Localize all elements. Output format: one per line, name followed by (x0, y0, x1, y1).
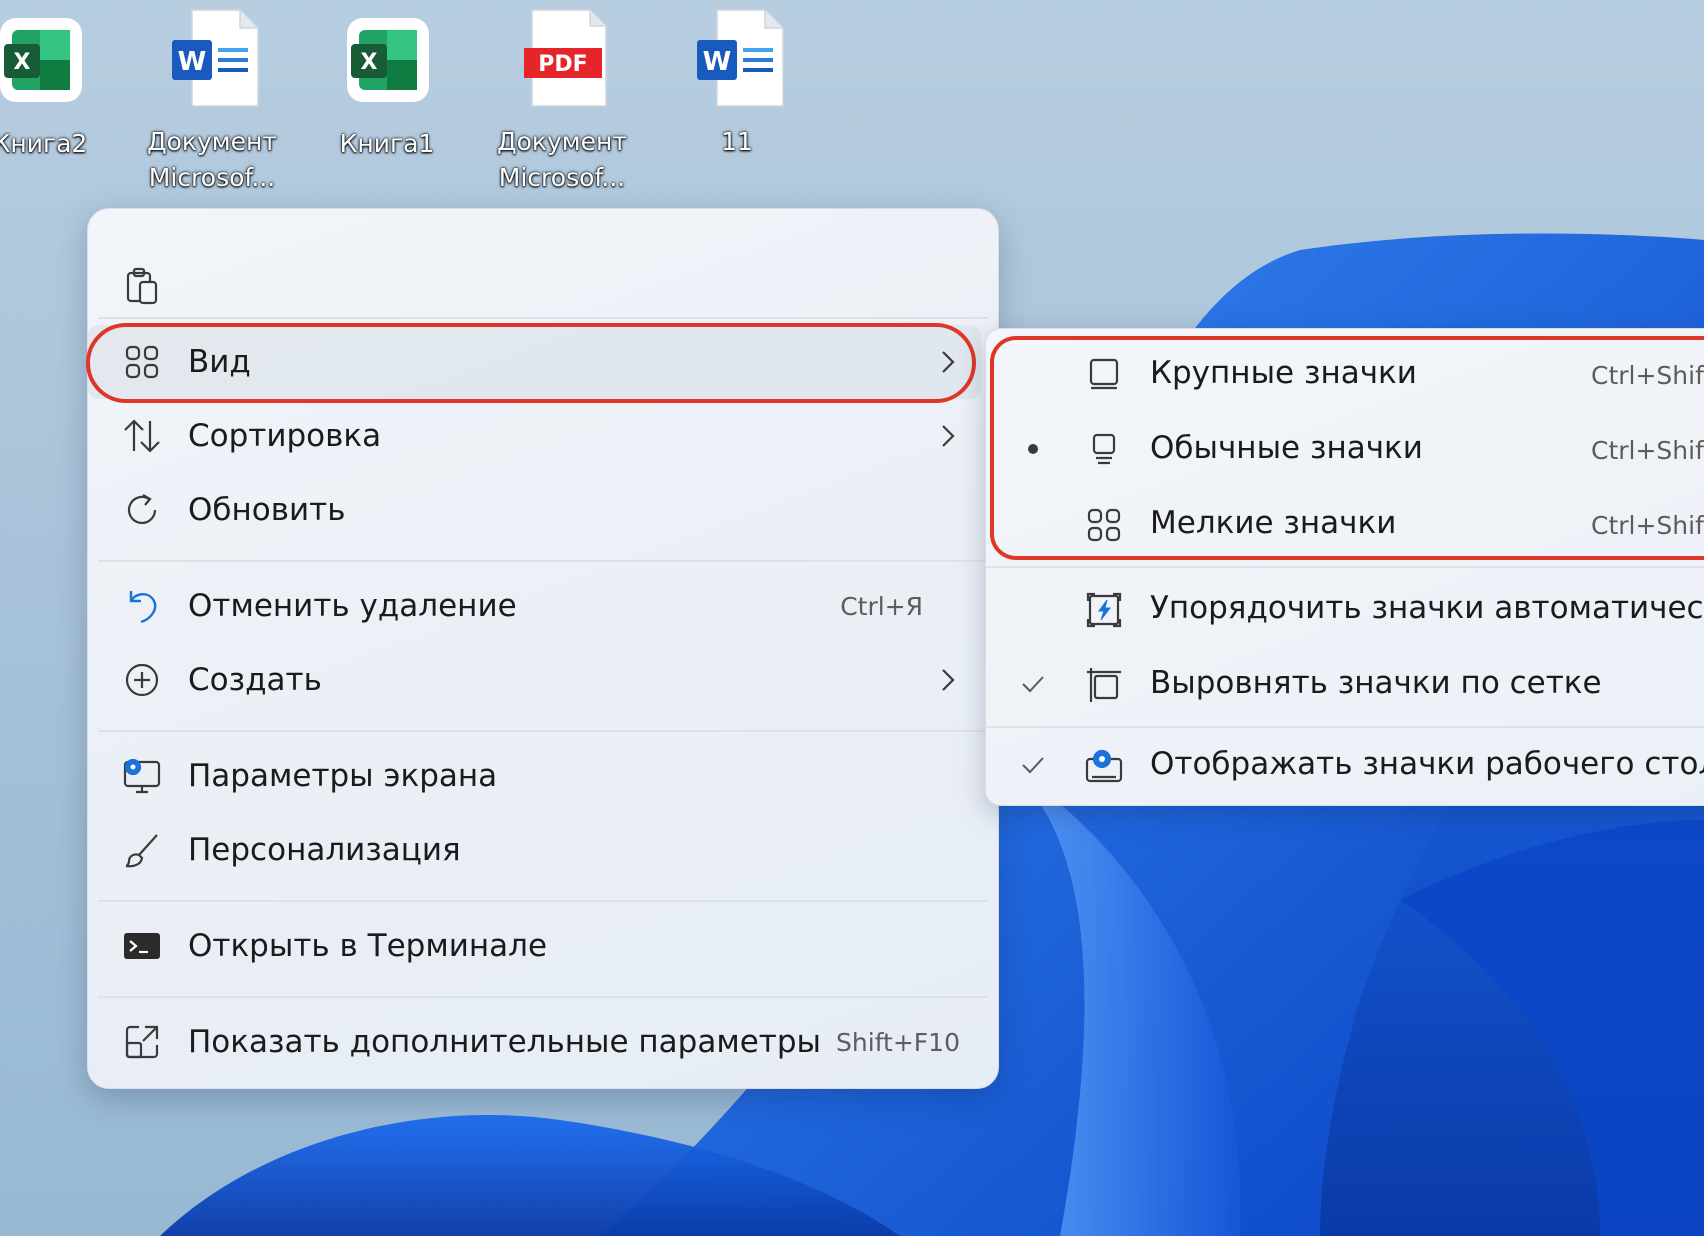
menu-item-refresh[interactable]: Обновить (88, 473, 998, 547)
desktop-icon-kniga2[interactable]: X Книга2 (0, 10, 115, 162)
submenu-item-auto-arrange[interactable]: Упорядочить значки автоматически (986, 574, 1704, 646)
desktop-icon-caption: Документ Microsof... (497, 127, 627, 192)
show-desktop-icons-icon (1084, 746, 1124, 786)
menu-item-label: Параметры экрана (188, 758, 498, 794)
menu-item-open-terminal[interactable]: Открыть в Терминале (88, 909, 998, 983)
svg-text:W: W (178, 47, 207, 77)
brush-icon (122, 830, 162, 870)
undo-icon (122, 586, 162, 626)
highlight-ring-icon-sizes (990, 336, 1704, 560)
checkmark-icon (1018, 669, 1048, 699)
svg-text:X: X (14, 50, 31, 75)
excel-file-icon: X (0, 10, 90, 110)
submenu-item-label: Упорядочить значки автоматически (1150, 590, 1704, 626)
paste-button[interactable] (88, 249, 998, 323)
submenu-item-align-to-grid[interactable]: Выровнять значки по сетке (986, 649, 1704, 721)
menu-separator (98, 730, 988, 732)
chevron-right-icon (940, 421, 960, 451)
menu-item-label: Сортировка (188, 418, 382, 454)
svg-text:X: X (361, 50, 378, 75)
desktop-icon-caption: Книга1 (339, 129, 435, 158)
desktop-icon-document-pdf[interactable]: PDF Документ Microsof... (487, 8, 637, 196)
terminal-icon (122, 926, 162, 966)
menu-separator (98, 900, 988, 902)
desktop-icon-caption: Документ Microsof... (147, 127, 277, 192)
pdf-file-icon: PDF (512, 8, 612, 108)
menu-item-shortcut: Shift+F10 (836, 1027, 960, 1057)
submenu-item-label: Выровнять значки по сетке (1150, 665, 1602, 701)
menu-item-personalize[interactable]: Персонализация (88, 813, 998, 887)
highlight-ring-view (86, 323, 976, 403)
menu-item-show-more-options[interactable]: Показать дополнительные параметры Shift+… (88, 1005, 998, 1079)
open-external-icon (122, 1022, 162, 1062)
menu-separator (98, 560, 988, 562)
chevron-right-icon (940, 665, 960, 695)
menu-separator (986, 566, 1704, 568)
menu-separator (98, 317, 988, 319)
desktop-icon-caption: 11 (721, 127, 753, 156)
menu-item-label: Отменить удаление (188, 588, 517, 624)
menu-separator (986, 726, 1704, 728)
excel-file-icon: X (337, 10, 437, 110)
align-grid-icon (1084, 665, 1124, 705)
check-empty (1018, 594, 1048, 624)
submenu-item-label: Отображать значки рабочего стола (1150, 746, 1704, 782)
menu-item-undo-delete[interactable]: Отменить удаление Ctrl+Я (88, 569, 998, 643)
menu-item-display-settings[interactable]: Параметры экрана (88, 739, 998, 813)
desktop-icon-caption: Книга2 (0, 129, 88, 158)
menu-item-shortcut: Ctrl+Я (840, 591, 923, 621)
auto-arrange-icon (1084, 590, 1124, 630)
menu-item-label: Показать дополнительные параметры (188, 1024, 822, 1060)
desktop-icon-11[interactable]: W 11 (662, 8, 812, 160)
menu-item-create[interactable]: Создать (88, 643, 998, 717)
menu-item-label: Персонализация (188, 832, 461, 868)
sort-arrows-icon (122, 416, 162, 456)
menu-item-label: Открыть в Терминале (188, 928, 548, 964)
menu-item-sort[interactable]: Сортировка (88, 399, 998, 473)
menu-item-label: Создать (188, 662, 322, 698)
desktop-icon-document-word[interactable]: W Документ Microsof... (137, 8, 287, 196)
desktop-icon-kniga1[interactable]: X Книга1 (312, 10, 462, 162)
refresh-icon (122, 490, 162, 530)
word-file-icon: W (687, 8, 787, 108)
paste-icon (122, 266, 162, 306)
submenu-item-show-desktop-icons[interactable]: Отображать значки рабочего стола (986, 730, 1704, 802)
display-settings-icon (122, 756, 162, 796)
svg-text:PDF: PDF (538, 52, 587, 77)
svg-text:W: W (703, 47, 732, 77)
checkmark-icon (1018, 750, 1048, 780)
plus-circle-icon (122, 660, 162, 700)
menu-separator (98, 996, 988, 998)
word-file-icon: W (162, 8, 262, 108)
menu-item-label: Обновить (188, 492, 346, 528)
